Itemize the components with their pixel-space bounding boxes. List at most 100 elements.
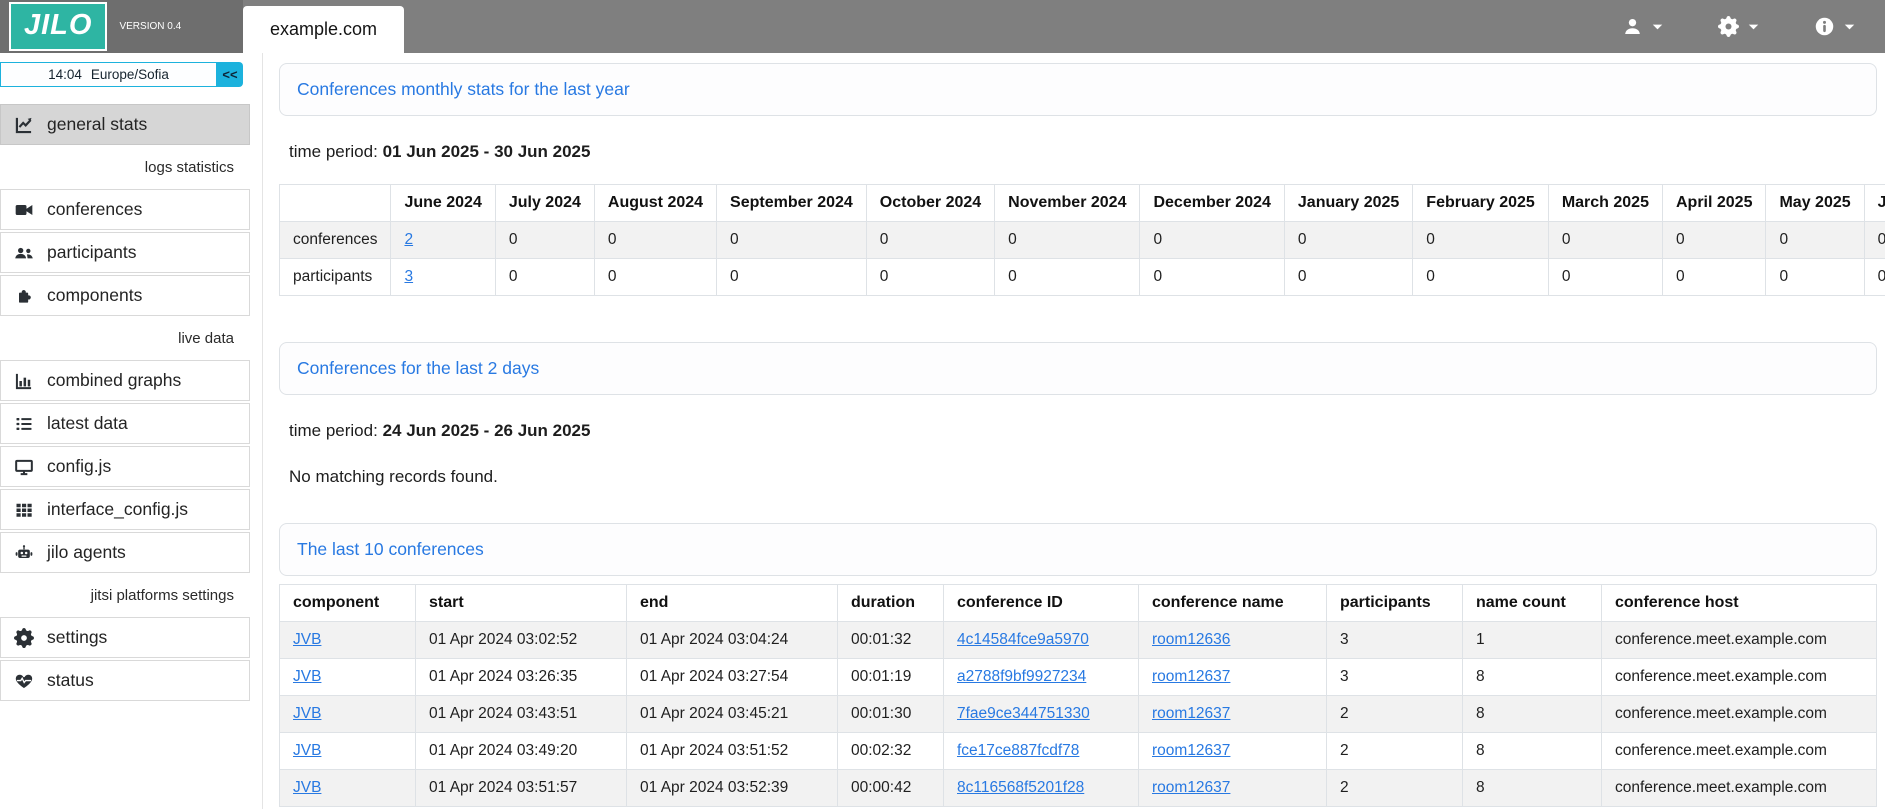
sidebar-item-interface-config-js[interactable]: interface_config.js bbox=[0, 489, 250, 530]
conference-cell-link[interactable]: JVB bbox=[293, 631, 321, 648]
last-2-days-header: Conferences for the last 2 days bbox=[279, 342, 1877, 395]
conference-cell-link[interactable]: room12637 bbox=[1152, 742, 1230, 759]
conference-cell: 01 Apr 2024 03:43:51 bbox=[416, 696, 627, 733]
month-header: February 2025 bbox=[1413, 185, 1549, 222]
conference-cell: 1 bbox=[1463, 622, 1602, 659]
conference-cell: 01 Apr 2024 03:51:57 bbox=[416, 770, 627, 807]
conference-cell-link[interactable]: JVB bbox=[293, 779, 321, 796]
conference-cell: 00:00:42 bbox=[838, 770, 944, 807]
sidebar-item-jilo-agents[interactable]: jilo agents bbox=[0, 532, 250, 573]
sidebar-item-config-js[interactable]: config.js bbox=[0, 446, 250, 487]
sidebar-item-latest-data[interactable]: latest data bbox=[0, 403, 250, 444]
conference-cell: 3 bbox=[1327, 622, 1463, 659]
conference-cell: fce17ce887fcdf78 bbox=[944, 733, 1139, 770]
users-icon bbox=[14, 243, 34, 263]
monthly-header-row: June 2024July 2024August 2024September 2… bbox=[280, 185, 1885, 222]
conference-cell-link[interactable]: 7fae9ce344751330 bbox=[957, 705, 1090, 722]
conference-cell-link[interactable]: 4c14584fce9a5970 bbox=[957, 631, 1089, 648]
user-menu[interactable] bbox=[1622, 16, 1663, 37]
conference-cell-link[interactable]: 8c116568f5201f28 bbox=[957, 779, 1084, 796]
conference-cell-link[interactable]: JVB bbox=[293, 742, 321, 759]
conference-row: JVB01 Apr 2024 03:02:5201 Apr 2024 03:04… bbox=[280, 622, 1877, 659]
gear-icon bbox=[14, 628, 34, 648]
sidebar-item-label: combined graphs bbox=[47, 370, 181, 391]
chart-column-icon bbox=[14, 371, 34, 391]
conference-cell: 01 Apr 2024 03:04:24 bbox=[627, 622, 838, 659]
conference-cell-link[interactable]: fce17ce887fcdf78 bbox=[957, 742, 1079, 759]
column-header: duration bbox=[838, 585, 944, 622]
clock-display: 14:04 Europe/Sofia bbox=[0, 62, 217, 87]
stat-cell-link[interactable]: 3 bbox=[404, 268, 413, 285]
month-header: March 2025 bbox=[1548, 185, 1662, 222]
conference-cell: conference.meet.example.com bbox=[1602, 733, 1877, 770]
conference-cell-link[interactable]: JVB bbox=[293, 668, 321, 685]
month-header: June 2025 bbox=[1864, 185, 1885, 222]
conference-cell: 00:01:32 bbox=[838, 622, 944, 659]
sidebar-item-settings[interactable]: settings bbox=[0, 617, 250, 658]
stat-cell: 0 bbox=[995, 259, 1140, 296]
info-menu[interactable] bbox=[1814, 16, 1855, 37]
column-header: component bbox=[280, 585, 416, 622]
puzzle-piece-icon bbox=[14, 286, 34, 306]
sidebar-item-status[interactable]: status bbox=[0, 660, 250, 701]
header-logo-area: JILO VERSION 0.4 bbox=[0, 0, 243, 53]
conference-cell-link[interactable]: room12637 bbox=[1152, 668, 1230, 685]
sidebar-collapse-button[interactable]: << bbox=[217, 62, 243, 87]
stat-cell: 0 bbox=[495, 259, 594, 296]
conference-cell: JVB bbox=[280, 622, 416, 659]
sidebar-item-general-stats[interactable]: general stats bbox=[0, 104, 250, 145]
settings-menu[interactable] bbox=[1718, 16, 1759, 37]
conference-cell: 4c14584fce9a5970 bbox=[944, 622, 1139, 659]
monthly-corner-cell bbox=[280, 185, 391, 222]
conference-cell-link[interactable]: room12636 bbox=[1152, 631, 1230, 648]
stat-cell: 0 bbox=[995, 222, 1140, 259]
heart-pulse-icon bbox=[14, 671, 34, 691]
conference-cell: 01 Apr 2024 03:51:52 bbox=[627, 733, 838, 770]
sidebar-item-conferences[interactable]: conferences bbox=[0, 189, 250, 230]
column-header: conference host bbox=[1602, 585, 1877, 622]
app-logo: JILO bbox=[9, 2, 107, 51]
monthly-row-conferences: conferences2000000000000 bbox=[280, 222, 1885, 259]
conference-cell-link[interactable]: room12637 bbox=[1152, 779, 1230, 796]
monthly-row-participants: participants3000000000000 bbox=[280, 259, 1885, 296]
stat-cell: 0 bbox=[1140, 222, 1284, 259]
stat-cell-link[interactable]: 2 bbox=[404, 231, 413, 248]
sidebar-item-participants[interactable]: participants bbox=[0, 232, 250, 273]
section-label-logs-statistics: logs statistics bbox=[0, 159, 250, 176]
column-header: conference name bbox=[1139, 585, 1327, 622]
conference-cell: 01 Apr 2024 03:45:21 bbox=[627, 696, 838, 733]
monthly-stats-header: Conferences monthly stats for the last y… bbox=[279, 63, 1877, 116]
stat-cell: 0 bbox=[717, 222, 867, 259]
last-10-title-link[interactable]: The last 10 conferences bbox=[297, 539, 484, 559]
month-header: January 2025 bbox=[1284, 185, 1412, 222]
main-content: Conferences monthly stats for the last y… bbox=[263, 53, 1885, 809]
row-label: participants bbox=[280, 259, 391, 296]
conference-cell-link[interactable]: a2788f9bf9927234 bbox=[957, 668, 1086, 685]
sidebar-item-combined-graphs[interactable]: combined graphs bbox=[0, 360, 250, 401]
sidebar-item-label: jilo agents bbox=[47, 542, 126, 563]
platform-tab[interactable]: example.com bbox=[243, 6, 404, 53]
desktop-icon bbox=[14, 457, 34, 477]
conference-cell: 00:01:30 bbox=[838, 696, 944, 733]
conference-cell: 8 bbox=[1463, 770, 1602, 807]
conference-cell-link[interactable]: JVB bbox=[293, 705, 321, 722]
no-records-message: No matching records found. bbox=[289, 467, 1877, 487]
column-header: name count bbox=[1463, 585, 1602, 622]
stat-cell: 0 bbox=[1548, 259, 1662, 296]
robot-icon bbox=[14, 543, 34, 563]
conference-cell: JVB bbox=[280, 770, 416, 807]
stat-cell: 0 bbox=[1766, 222, 1864, 259]
last-2-days-title-link[interactable]: Conferences for the last 2 days bbox=[297, 358, 539, 378]
monthly-stats-title-link[interactable]: Conferences monthly stats for the last y… bbox=[297, 79, 630, 99]
conference-cell-link[interactable]: room12637 bbox=[1152, 705, 1230, 722]
sidebar-item-components[interactable]: components bbox=[0, 275, 250, 316]
stat-cell: 0 bbox=[1284, 222, 1412, 259]
gear-icon bbox=[1718, 16, 1739, 37]
time-period-label: time period: bbox=[289, 421, 378, 440]
user-icon bbox=[1622, 16, 1643, 37]
time-period-label: time period: bbox=[289, 142, 378, 161]
stat-cell: 0 bbox=[1548, 222, 1662, 259]
stat-cell: 2 bbox=[391, 222, 495, 259]
grid-icon bbox=[14, 500, 34, 520]
conference-cell: 01 Apr 2024 03:27:54 bbox=[627, 659, 838, 696]
